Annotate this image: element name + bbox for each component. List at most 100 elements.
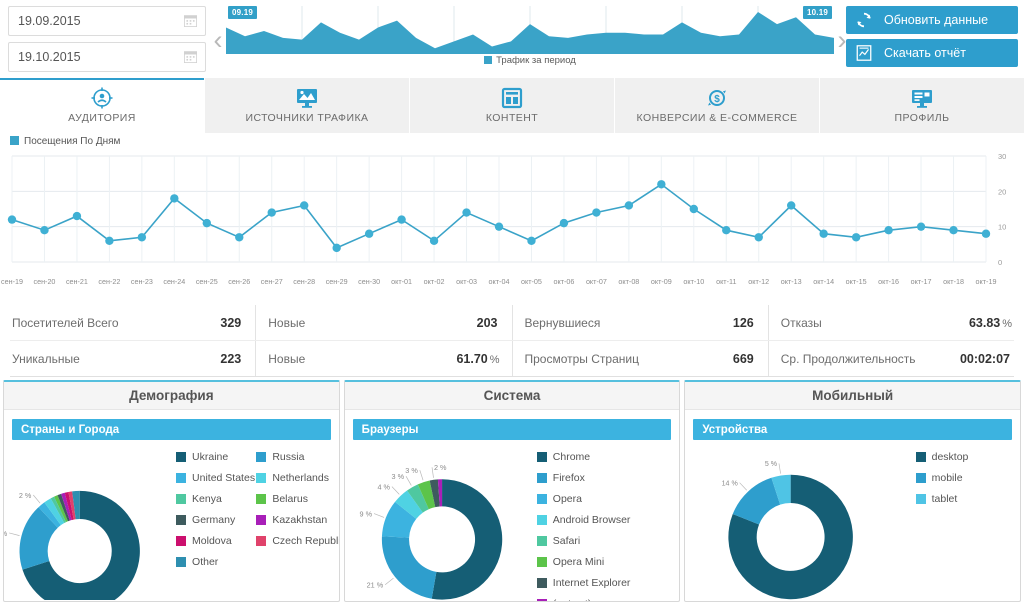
legend-item-label: tablet xyxy=(931,492,958,505)
svg-text:окт-05: окт-05 xyxy=(521,277,542,286)
tab-conversions[interactable]: $ КОНВЕРСИИ & E-COMMERCE xyxy=(615,78,820,133)
legend-item-label: Opera Mini xyxy=(552,555,605,568)
legend-color-swatch xyxy=(536,493,547,504)
legend-item-label: Opera xyxy=(552,492,582,505)
profile-icon xyxy=(910,87,934,109)
svg-text:окт-10: окт-10 xyxy=(683,277,704,286)
stat-returning-visitors: Вернувшиеся 126 xyxy=(513,305,769,341)
svg-text:сен-29: сен-29 xyxy=(326,277,348,286)
legend-color-swatch xyxy=(536,535,547,546)
legend-item[interactable]: United States xyxy=(176,467,256,488)
countries-donut-chart[interactable]: 18 % 2 % xyxy=(4,440,198,600)
tab-content-label: КОНТЕНТ xyxy=(485,112,539,124)
tab-traffic-sources[interactable]: ИСТОЧНИКИ ТРАФИКА xyxy=(205,78,410,133)
content-icon xyxy=(500,87,524,109)
date-from-field[interactable] xyxy=(8,6,206,36)
top-toolbar: ‹ › 09.19 10.19 Трафик за период Обновит… xyxy=(0,0,1024,78)
date-to-field[interactable] xyxy=(8,42,206,72)
svg-text:сен-27: сен-27 xyxy=(261,277,283,286)
legend-item[interactable]: Russia xyxy=(256,446,336,467)
stat-number: 126 xyxy=(732,316,754,330)
tab-profile[interactable]: ПРОФИЛЬ xyxy=(820,78,1024,133)
svg-text:окт-16: окт-16 xyxy=(878,277,899,286)
legend-item[interactable]: Android Browser xyxy=(536,509,678,530)
legend-item[interactable]: Kenya xyxy=(176,488,256,509)
prev-period-arrow[interactable]: ‹ xyxy=(210,24,226,58)
legend-item[interactable]: Firefox xyxy=(536,467,678,488)
stat-number: 61.70 xyxy=(456,352,488,366)
legend-item[interactable]: Czech Republic xyxy=(256,530,340,551)
legend-color-swatch xyxy=(915,493,926,504)
legend-color-swatch xyxy=(256,535,267,546)
stat-label: Вернувшиеся xyxy=(524,316,601,330)
legend-item[interactable]: Opera xyxy=(536,488,678,509)
legend-color-swatch xyxy=(256,472,267,483)
legend-item-label: Czech Republic xyxy=(272,534,340,547)
visits-line-plot[interactable]: 0 10 20 30 сен-19 сен-20 сен-21 сен-22 сен-23 сен… xyxy=(0,150,1024,305)
legend-item[interactable]: Belarus xyxy=(256,488,336,509)
panel-demography-title: Демография xyxy=(4,382,339,410)
legend-item[interactable]: mobile xyxy=(915,467,1016,488)
stat-number: 63.83 xyxy=(968,316,1001,330)
legend-item[interactable]: tablet xyxy=(915,488,1016,509)
legend-item[interactable]: Chrome xyxy=(536,446,678,467)
devices-donut-chart[interactable]: 14 % 5 % xyxy=(685,440,892,600)
panel-system-title: Система xyxy=(344,382,680,410)
legend-item[interactable]: Other xyxy=(176,551,256,572)
stat-value: 61.70% xyxy=(456,352,499,366)
stat-number: 203 xyxy=(476,316,498,330)
stat-number: 223 xyxy=(220,352,242,366)
stat-unit: % xyxy=(1002,318,1012,330)
calendar-icon[interactable] xyxy=(184,50,197,63)
legend-item[interactable]: Germany xyxy=(176,509,256,530)
panel-mobile: Мобильный Устройства 14 % 5 % desktop mobi… xyxy=(684,380,1022,602)
stat-value: 203 xyxy=(477,316,500,330)
svg-text:2 %: 2 % xyxy=(19,491,32,500)
legend-item-label: Internet Explorer xyxy=(552,576,631,589)
stat-value: 126 xyxy=(733,316,756,330)
panel-mobile-body: 14 % 5 % desktop mobile tablet xyxy=(685,440,1020,600)
download-report-button[interactable]: Скачать отчёт xyxy=(846,39,1018,67)
stat-number: 669 xyxy=(732,352,754,366)
legend-item[interactable]: desktop xyxy=(915,446,1016,467)
traffic-range-slider[interactable]: ‹ › 09.19 10.19 Трафик за период xyxy=(210,4,850,74)
stat-value: 329 xyxy=(220,316,243,330)
tab-content[interactable]: КОНТЕНТ xyxy=(410,78,615,133)
svg-text:окт-04: окт-04 xyxy=(489,277,510,286)
svg-text:окт-01: окт-01 xyxy=(391,277,412,286)
panel-demography-subtitle[interactable]: Страны и Города xyxy=(12,419,331,440)
action-buttons: Обновить данные Скачать отчёт xyxy=(846,6,1018,72)
legend-item[interactable]: Opera Mini xyxy=(536,551,678,572)
refresh-data-button[interactable]: Обновить данные xyxy=(846,6,1018,34)
legend-item[interactable]: (not set) xyxy=(536,593,678,601)
countries-legend: Ukraine Russia United States Netherlands Ken… xyxy=(176,446,340,598)
svg-text:окт-07: окт-07 xyxy=(586,277,607,286)
report-icon xyxy=(856,45,872,61)
legend-item[interactable]: Ukraine xyxy=(176,446,256,467)
svg-text:сен-20: сен-20 xyxy=(33,277,55,286)
visits-chart-legend: Посещения По Дням xyxy=(10,136,120,147)
tab-profile-label: ПРОФИЛЬ xyxy=(894,112,950,124)
stat-total-visitors: Посетителей Всего 329 xyxy=(0,305,257,341)
legend-item[interactable]: Moldova xyxy=(176,530,256,551)
calendar-icon[interactable] xyxy=(184,14,197,27)
visits-by-day-chart: Посещения По Дням 0 10 20 30 сен-19 сен-20 сен… xyxy=(0,133,1024,305)
legend-item[interactable]: Safari xyxy=(536,530,678,551)
tab-audience[interactable]: АУДИТОРИЯ xyxy=(0,78,205,133)
svg-text:20: 20 xyxy=(998,187,1006,196)
panel-system: Система Браузеры 21 % 9 % 4 % 3 % 3 % 2 % Chr… xyxy=(343,380,681,602)
panel-mobile-subtitle[interactable]: Устройства xyxy=(693,419,1013,440)
panel-system-subtitle[interactable]: Браузеры xyxy=(352,419,672,440)
svg-text:окт-09: окт-09 xyxy=(651,277,672,286)
legend-item[interactable]: Netherlands xyxy=(256,467,336,488)
legend-item[interactable]: Kazakhstan xyxy=(256,509,336,530)
svg-text:окт-18: окт-18 xyxy=(943,277,964,286)
svg-text:3 %: 3 % xyxy=(391,472,404,481)
date-to-input[interactable] xyxy=(9,43,179,71)
browsers-donut-chart[interactable]: 21 %9 %4 %3 %3 % 2 % xyxy=(345,440,539,600)
legend-item[interactable]: Internet Explorer xyxy=(536,572,678,593)
date-from-input[interactable] xyxy=(9,7,179,35)
traffic-period-minichart[interactable] xyxy=(226,6,834,54)
traffic-sources-icon xyxy=(295,87,319,109)
stat-new-percent: Новые 61.70% xyxy=(256,341,513,377)
